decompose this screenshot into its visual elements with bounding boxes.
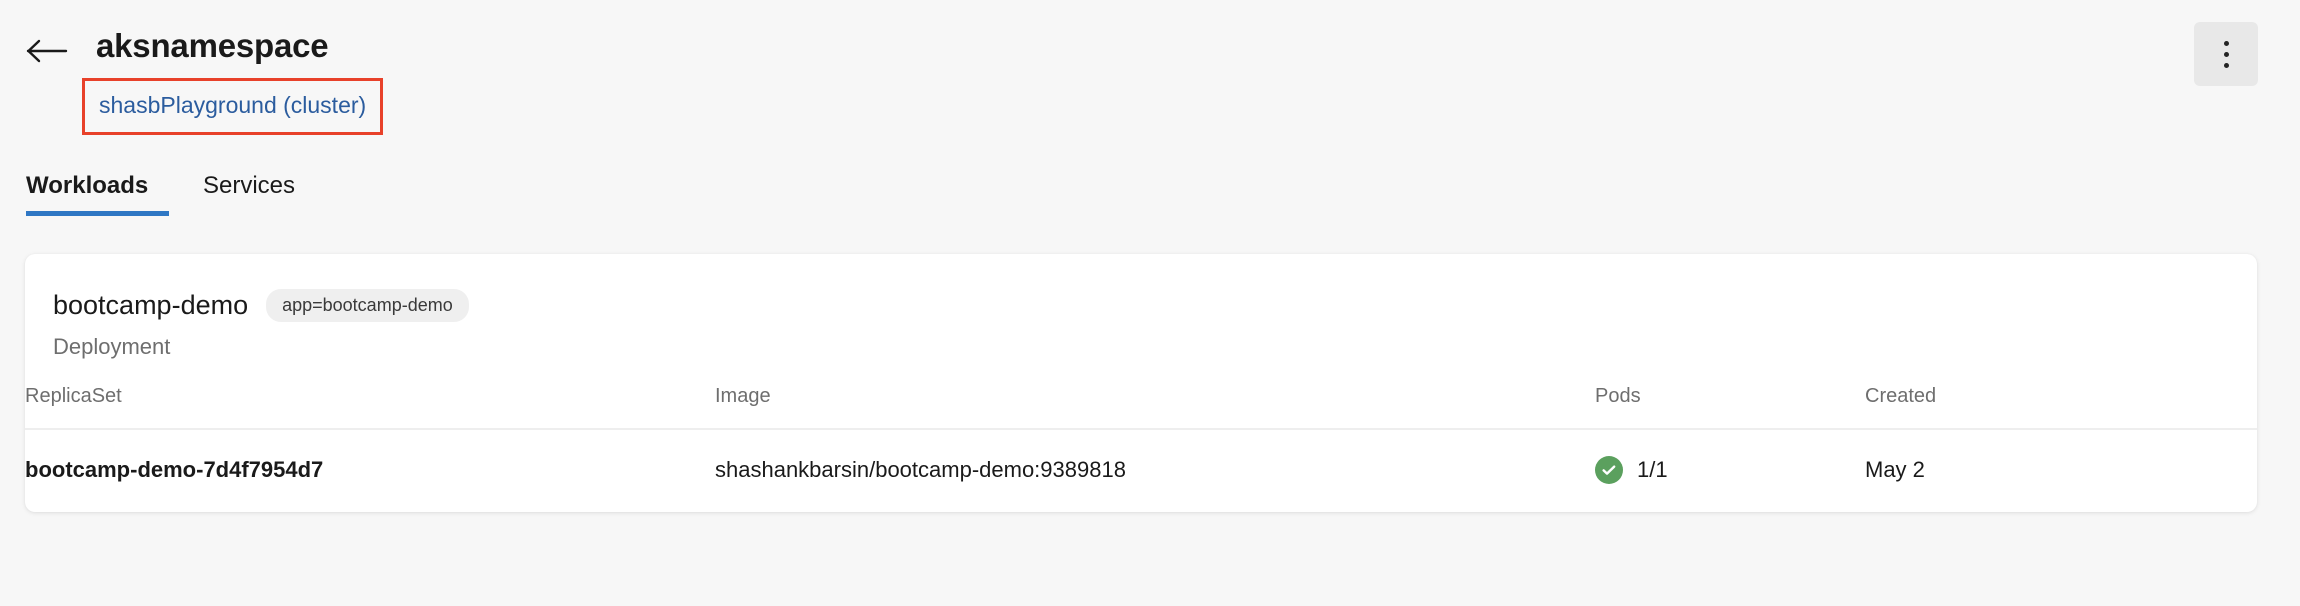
table-header-row: ReplicaSet Image Pods Created (25, 366, 2257, 430)
column-header-created[interactable]: Created (1865, 366, 2257, 430)
column-header-image[interactable]: Image (715, 366, 1595, 430)
workload-kind: Deployment (53, 334, 171, 359)
workload-name: bootcamp-demo (53, 290, 249, 320)
workload-card-header: bootcamp-demo app=bootcamp-demo Deployme… (25, 254, 2257, 366)
more-options-button[interactable] (2194, 22, 2258, 86)
pods-count-label: 1/1 (1637, 457, 1668, 482)
page-title: aksnamespace (96, 27, 329, 64)
workload-card: bootcamp-demo app=bootcamp-demo Deployme… (25, 254, 2257, 512)
kebab-dot-2 (2223, 51, 2229, 57)
tab-bar: Workloads Services (0, 150, 2300, 341)
cluster-link-annotation: shasbPlayground (cluster) (82, 78, 384, 135)
pods-status-group: 1/1 (1595, 456, 1865, 484)
cell-replicaset-name[interactable]: bootcamp-demo-7d4f7954d7 (25, 429, 715, 512)
replicaset-table-header: ReplicaSet Image Pods Created (25, 366, 2257, 430)
column-header-replicaset[interactable]: ReplicaSet (25, 366, 715, 430)
kebab-dot-3 (2223, 62, 2229, 68)
cell-pods: 1/1 (1595, 429, 1865, 512)
replicaset-table: ReplicaSet Image Pods Created bootcamp-d… (25, 366, 2257, 512)
tab-active-indicator (26, 211, 169, 216)
cell-image: shashankbarsin/bootcamp-demo:9389818 (715, 457, 1126, 482)
table-row[interactable]: bootcamp-demo-7d4f7954d7 shashankbarsin/… (25, 429, 2257, 512)
kebab-dot-1 (2223, 40, 2229, 46)
check-circle-icon (1595, 456, 1623, 484)
cell-created: May 2 (1865, 457, 1925, 482)
cluster-link[interactable]: shasbPlayground (cluster) (99, 91, 366, 119)
replicaset-table-body: bootcamp-demo-7d4f7954d7 shashankbarsin/… (25, 429, 2257, 512)
tab-services[interactable]: Services (203, 150, 295, 222)
workload-title-row: bootcamp-demo app=bootcamp-demo (25, 288, 2257, 322)
page-title-block: aksnamespace (96, 26, 329, 66)
arrow-left-icon[interactable] (26, 38, 68, 64)
workload-label-badge[interactable]: app=bootcamp-demo (266, 288, 469, 322)
column-header-pods[interactable]: Pods (1595, 366, 1865, 430)
